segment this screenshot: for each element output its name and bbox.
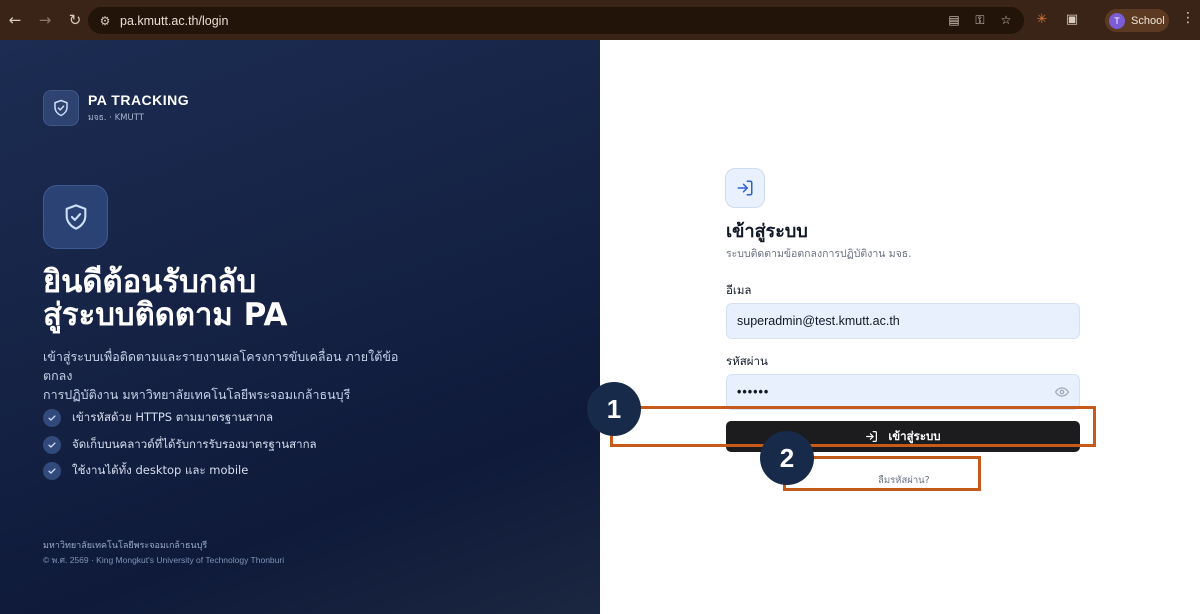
brand-title: PA TRACKING — [88, 92, 190, 108]
headline-line-2: สู่ระบบติดตาม PA — [43, 297, 288, 333]
feature-item: เข้ารหัสด้วย HTTPS ตามมาตรฐานสากล — [43, 405, 317, 432]
annotation-highlight-submit — [610, 406, 1096, 447]
profile-name: School — [1131, 14, 1165, 27]
login-panel: เข้าสู่ระบบ ระบบติดตามข้อตกลงการปฏิบัติง… — [600, 40, 1200, 614]
site-info-icon[interactable]: ⚙ — [96, 14, 114, 28]
browser-menu-icon[interactable]: ⋮ — [1181, 10, 1195, 26]
reload-icon[interactable]: ↻ — [60, 5, 90, 35]
email-value: superadmin@test.kmutt.ac.th — [737, 314, 900, 328]
shield-check-icon — [43, 185, 108, 249]
email-field[interactable]: superadmin@test.kmutt.ac.th — [726, 303, 1080, 339]
back-icon[interactable]: ← — [0, 5, 30, 35]
feature-text: จัดเก็บบนคลาวด์ที่ได้รับการรับรองมาตรฐาน… — [72, 436, 317, 451]
bookmark-star-icon[interactable]: ☆ — [998, 11, 1014, 29]
login-arrow-icon — [725, 168, 765, 208]
url-text[interactable]: pa.kmutt.ac.th/login — [120, 14, 228, 28]
welcome-panel: PA TRACKING มจธ. · KMUTT ยินดีต้อนรับกลั… — [0, 40, 600, 614]
extensions-puzzle-icon[interactable]: ▣ — [1064, 9, 1080, 29]
brand: PA TRACKING มจธ. · KMUTT — [43, 90, 189, 126]
feature-item: ใช้งานได้ทั้ง desktop และ mobile — [43, 458, 317, 485]
browser-toolbar: ← → ↻ ⚙ pa.kmutt.ac.th/login ▤ ⚿ ☆ ✳ ▣ T… — [0, 0, 1200, 40]
login-title: เข้าสู่ระบบ — [726, 221, 808, 242]
check-circle-icon — [43, 409, 61, 428]
feature-text: ใช้งานได้ทั้ง desktop และ mobile — [72, 463, 249, 478]
profile-button[interactable]: T School — [1105, 9, 1169, 32]
extension-spark-icon[interactable]: ✳ — [1034, 9, 1050, 29]
check-circle-icon — [43, 462, 61, 481]
headline-line-1: ยินดีต้อนรับกลับ — [43, 264, 257, 300]
feature-item: จัดเก็บบนคลาวด์ที่ได้รับการรับรองมาตรฐาน… — [43, 432, 317, 459]
feature-text: เข้ารหัสด้วย HTTPS ตามมาตรฐานสากล — [72, 410, 274, 425]
shield-logo-icon — [43, 90, 79, 126]
translate-icon[interactable]: ▤ — [946, 11, 962, 29]
description-line-1: เข้าสู่ระบบเพื่อติดตามและรายงานผลโครงการ… — [43, 349, 399, 383]
description-line-2: การปฏิบัติงาน มหาวิทยาลัยเทคโนโลยีพระจอม… — [43, 387, 351, 402]
login-subtitle: ระบบติดตามข้อตกลงการปฏิบัติงาน มจธ. — [726, 248, 912, 260]
annotation-marker-2: 2 — [760, 431, 814, 485]
welcome-headline: ยินดีต้อนรับกลับ สู่ระบบติดตาม PA — [43, 266, 563, 332]
footer-copyright: © พ.ศ. 2569 · King Mongkut's University … — [43, 555, 285, 565]
address-bar[interactable]: ⚙ pa.kmutt.ac.th/login ▤ ⚿ ☆ — [88, 7, 1024, 34]
welcome-description: เข้าสู่ระบบเพื่อติดตามและรายงานผลโครงการ… — [43, 347, 423, 404]
forward-icon[interactable]: → — [30, 5, 60, 35]
feature-list: เข้ารหัสด้วย HTTPS ตามมาตรฐานสากล จัดเก็… — [43, 405, 317, 485]
footer-university: มหาวิทยาลัยเทคโนโลยีพระจอมเกล้าธนบุรี — [43, 541, 208, 551]
profile-avatar: T — [1109, 12, 1125, 29]
password-value: •••••• — [737, 385, 770, 399]
password-key-icon[interactable]: ⚿ — [972, 11, 988, 29]
password-field[interactable]: •••••• — [726, 374, 1080, 410]
email-label: อีเมล — [726, 283, 752, 297]
show-password-eye-icon[interactable] — [1055, 385, 1069, 399]
password-label: รหัสผ่าน — [726, 354, 768, 368]
annotation-marker-1: 1 — [587, 382, 641, 436]
check-circle-icon — [43, 435, 61, 454]
brand-subtitle: มจธ. · KMUTT — [88, 113, 144, 123]
